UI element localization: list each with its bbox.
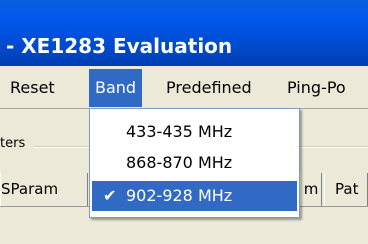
checkmark-icon: ✔ [103, 186, 117, 205]
menu-predefined[interactable]: Predefined [160, 69, 258, 107]
band-option-label: 433-435 MHz [126, 122, 233, 141]
menu-ping-pong[interactable]: Ping-Po [281, 69, 352, 107]
menu-band[interactable]: Band [89, 69, 143, 107]
band-option-label: 902-928 MHz [126, 186, 233, 205]
tab-sparam[interactable]: SParam [0, 173, 88, 206]
tab-pat[interactable]: Pat [324, 173, 368, 206]
window-title: - XE1283 Evaluation [6, 34, 233, 58]
menu-reset[interactable]: Reset [4, 69, 61, 107]
tab-m[interactable]: m [300, 173, 322, 206]
band-option-902[interactable]: ✔ 902-928 MHz [92, 181, 297, 211]
band-option-868[interactable]: 868-870 MHz [92, 148, 297, 178]
title-bar: - XE1283 Evaluation [0, 0, 368, 66]
band-option-433[interactable]: 433-435 MHz [92, 117, 297, 147]
band-dropdown-menu: 433-435 MHz 868-870 MHz ✔ 902-928 MHz [89, 108, 300, 218]
band-option-label: 868-870 MHz [126, 153, 233, 172]
group-box-label: ters [0, 136, 28, 151]
